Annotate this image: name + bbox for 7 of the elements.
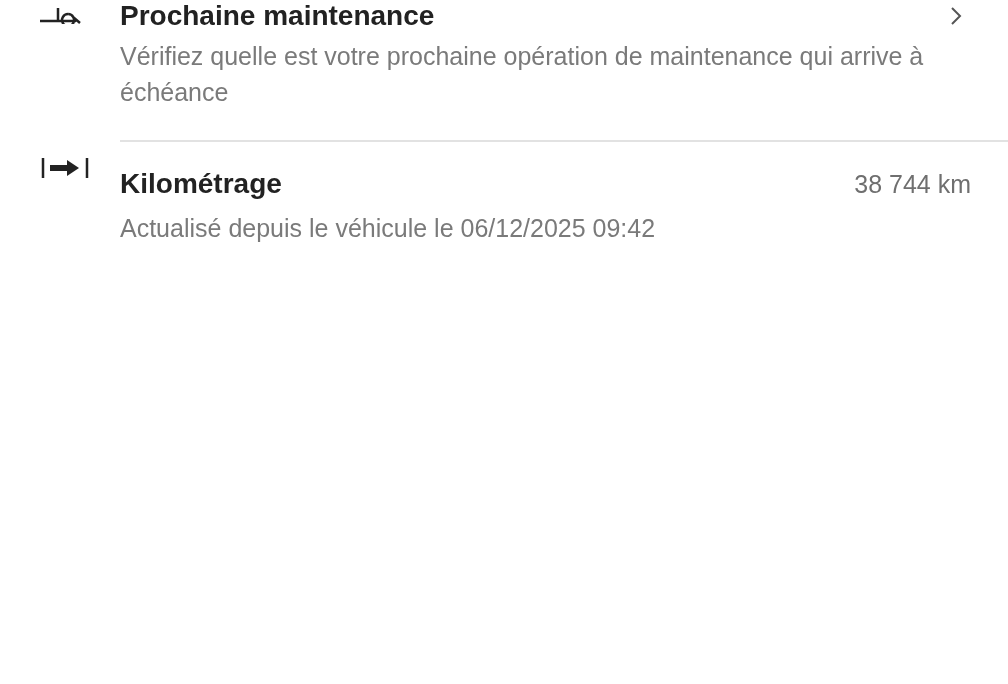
item-description: Actualisé depuis le véhicule le 06/12/2025 09:42 [120, 213, 657, 244]
item-title: Prochaine maintenance [120, 0, 436, 32]
item-description: Vérifiez quelle est votre prochaine opération de maintenance qui arrive à échéance [120, 41, 925, 108]
odometer-arrow-icon [41, 156, 89, 180]
chevron-right-icon[interactable] [950, 6, 962, 26]
item-title: Kilométrage [120, 168, 283, 200]
mileage-value: 38 744 km [854, 169, 971, 199]
